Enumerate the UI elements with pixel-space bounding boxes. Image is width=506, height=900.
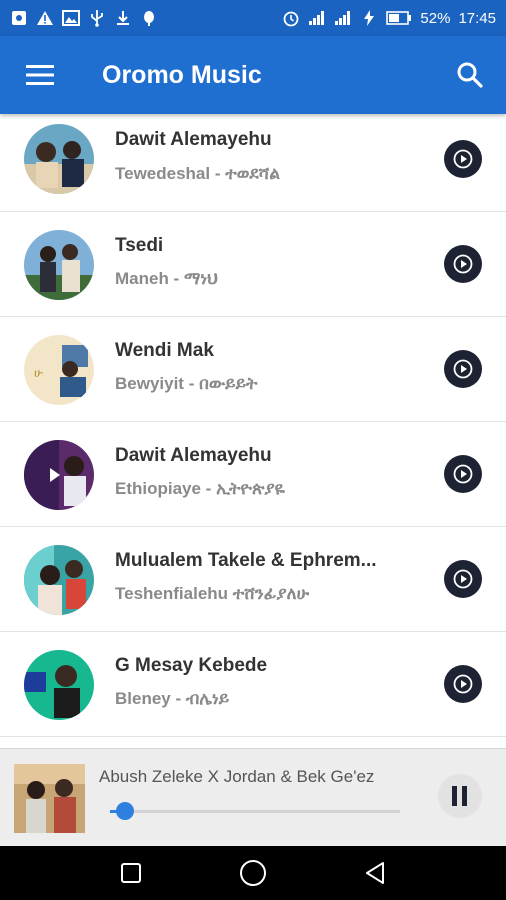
song-artist: G Mesay Kebede bbox=[115, 655, 268, 676]
song-artist: Tsedi bbox=[115, 235, 164, 256]
song-row[interactable]: Dawit Alemayehu Ethiopiaye - ኢትዮጵያዬ bbox=[0, 422, 506, 527]
progress-track[interactable] bbox=[110, 810, 400, 813]
play-icon bbox=[453, 569, 473, 589]
now-playing-artwork bbox=[14, 764, 85, 833]
download-icon bbox=[114, 9, 132, 27]
song-row[interactable]: ሁ Wendi Mak Bewyiyit - በውይይት bbox=[0, 317, 506, 422]
song-row[interactable]: Tsedi Maneh - ማነህ bbox=[0, 212, 506, 317]
svg-text:ሁ: ሁ bbox=[34, 366, 43, 380]
recents-button[interactable] bbox=[111, 853, 151, 893]
pause-icon bbox=[452, 786, 467, 806]
song-title: Bleney - ብሌነይ bbox=[115, 689, 230, 708]
back-button[interactable] bbox=[355, 853, 395, 893]
play-button[interactable] bbox=[444, 245, 482, 283]
pause-button[interactable] bbox=[438, 774, 482, 818]
navigation-bar bbox=[0, 846, 506, 900]
song-title: Bewyiyit - በውይይት bbox=[115, 374, 258, 393]
play-button[interactable] bbox=[444, 455, 482, 493]
status-left-icons bbox=[10, 9, 158, 27]
play-icon bbox=[453, 359, 473, 379]
warning-icon bbox=[36, 9, 54, 27]
status-time: 17:45 bbox=[458, 9, 496, 27]
back-icon bbox=[366, 862, 384, 884]
song-thumbnail bbox=[24, 545, 94, 615]
search-button[interactable] bbox=[434, 36, 506, 114]
menu-button[interactable] bbox=[0, 36, 80, 114]
song-thumbnail: ሁ bbox=[24, 335, 94, 405]
song-title: Ethiopiaye - ኢትዮጵያዬ bbox=[115, 479, 286, 498]
home-button[interactable] bbox=[233, 853, 273, 893]
play-button[interactable] bbox=[444, 560, 482, 598]
menu-icon bbox=[26, 65, 54, 85]
song-row[interactable]: Dawit Alemayehu Tewedeshal - ተወደሻል bbox=[0, 114, 506, 212]
signal-icon bbox=[334, 9, 352, 27]
play-button[interactable] bbox=[444, 665, 482, 703]
play-icon bbox=[453, 149, 473, 169]
song-row[interactable]: G Mesay Kebede Bleney - ብሌነይ bbox=[0, 632, 506, 737]
status-right-icons: 52% 17:45 bbox=[282, 9, 496, 27]
status-bar: 52% 17:45 bbox=[0, 0, 506, 36]
song-row[interactable]: Mulualem Takele & Ephrem... Teshenfialeh… bbox=[0, 527, 506, 632]
song-artist: Wendi Mak bbox=[115, 340, 214, 361]
song-artist: Dawit Alemayehu bbox=[115, 129, 272, 150]
song-thumbnail bbox=[24, 650, 94, 720]
play-icon bbox=[453, 464, 473, 484]
home-icon bbox=[240, 860, 266, 886]
battery-icon bbox=[386, 9, 412, 27]
progress-thumb[interactable] bbox=[115, 802, 134, 820]
play-button[interactable] bbox=[444, 350, 482, 388]
alarm-icon bbox=[282, 9, 300, 27]
now-playing-title: Abush Zeleke X Jordan & Bek Ge'ez bbox=[99, 767, 375, 786]
battery-percent: 52% bbox=[420, 9, 451, 27]
charging-icon bbox=[360, 9, 378, 27]
song-thumbnail bbox=[24, 440, 94, 510]
android-debug-icon bbox=[140, 9, 158, 27]
notification-icon bbox=[10, 9, 28, 27]
play-icon bbox=[453, 674, 473, 694]
song-thumbnail bbox=[24, 230, 94, 300]
image-icon bbox=[62, 9, 80, 27]
play-icon bbox=[453, 254, 473, 274]
mini-player[interactable]: Abush Zeleke X Jordan & Bek Ge'ez bbox=[0, 748, 506, 846]
app-bar: Oromo Music bbox=[0, 36, 506, 114]
recents-icon bbox=[121, 863, 141, 883]
song-artist: Dawit Alemayehu bbox=[115, 445, 272, 466]
song-artist: Mulualem Takele & Ephrem... bbox=[115, 550, 377, 571]
song-thumbnail bbox=[24, 124, 94, 194]
app-title: Oromo Music bbox=[102, 60, 262, 89]
song-title: Tewedeshal - ተወደሻል bbox=[115, 164, 280, 183]
play-button[interactable] bbox=[444, 140, 482, 178]
search-icon bbox=[457, 62, 483, 88]
signal-icon bbox=[308, 9, 326, 27]
song-list: Dawit Alemayehu Tewedeshal - ተወደሻል Tsedi… bbox=[0, 114, 506, 748]
song-title: Teshenfialehu ተሸንፊያለሁ bbox=[115, 584, 310, 603]
song-title: Maneh - ማነህ bbox=[115, 269, 218, 288]
usb-icon bbox=[88, 9, 106, 27]
